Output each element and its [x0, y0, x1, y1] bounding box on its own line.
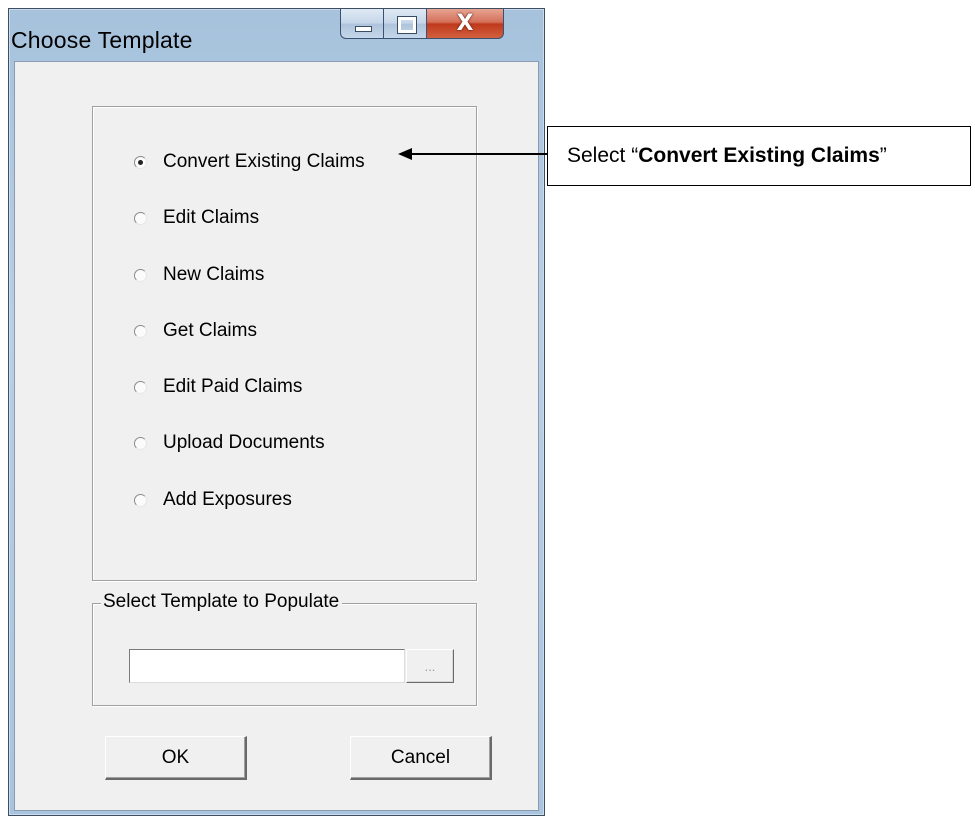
caption-buttons: X: [340, 9, 504, 40]
minimize-button[interactable]: [340, 9, 383, 39]
radio-button[interactable]: [134, 493, 147, 507]
callout-suffix: ”: [879, 144, 887, 167]
radio-button[interactable]: [134, 324, 147, 338]
radio-label: Convert Existing Claims: [163, 151, 365, 172]
close-button[interactable]: X: [426, 9, 504, 39]
maximize-icon: [397, 16, 417, 34]
radio-new-claims[interactable]: New Claims: [134, 262, 264, 288]
radio-button[interactable]: [134, 436, 147, 450]
select-template-legend: Select Template to Populate: [101, 591, 343, 613]
close-icon: X: [456, 11, 474, 36]
callout-prefix: Select “: [567, 144, 639, 167]
radio-label: New Claims: [163, 264, 265, 285]
radio-upload-documents[interactable]: Upload Documents: [134, 430, 325, 456]
radio-label: Edit Claims: [163, 207, 260, 228]
radio-edit-claims[interactable]: Edit Claims: [134, 205, 259, 231]
radio-convert-existing-claims[interactable]: Convert Existing Claims: [134, 149, 365, 175]
template-path-input[interactable]: [129, 649, 405, 683]
minimize-icon: [355, 26, 372, 32]
radio-label: Add Exposures: [163, 489, 292, 510]
dialog-client-area: Convert Existing Claims Edit Claims New …: [14, 61, 539, 811]
radio-label: Get Claims: [163, 320, 257, 341]
select-template-group: Select Template to Populate ...: [92, 591, 477, 706]
choose-template-window: Choose Template X Convert Existing Claim…: [8, 8, 545, 816]
callout-bold-text: Convert Existing Claims: [638, 144, 880, 167]
ok-button[interactable]: OK: [105, 736, 247, 780]
radio-label: Upload Documents: [163, 432, 325, 453]
radio-button[interactable]: [134, 211, 147, 225]
radio-label: Edit Paid Claims: [163, 376, 303, 397]
window-title: Choose Template: [11, 27, 193, 53]
maximize-button[interactable]: [383, 9, 426, 39]
radio-edit-paid-claims[interactable]: Edit Paid Claims: [134, 374, 302, 400]
radio-button-checked[interactable]: [134, 155, 147, 169]
radio-add-exposures[interactable]: Add Exposures: [134, 487, 292, 513]
browse-button[interactable]: ...: [406, 649, 454, 683]
template-type-group: Convert Existing Claims Edit Claims New …: [92, 106, 477, 581]
radio-button[interactable]: [134, 268, 147, 282]
radio-get-claims[interactable]: Get Claims: [134, 318, 257, 344]
radio-button[interactable]: [134, 380, 147, 394]
cancel-button[interactable]: Cancel: [350, 736, 492, 780]
annotation-callout: Select “Convert Existing Claims”: [547, 126, 971, 186]
